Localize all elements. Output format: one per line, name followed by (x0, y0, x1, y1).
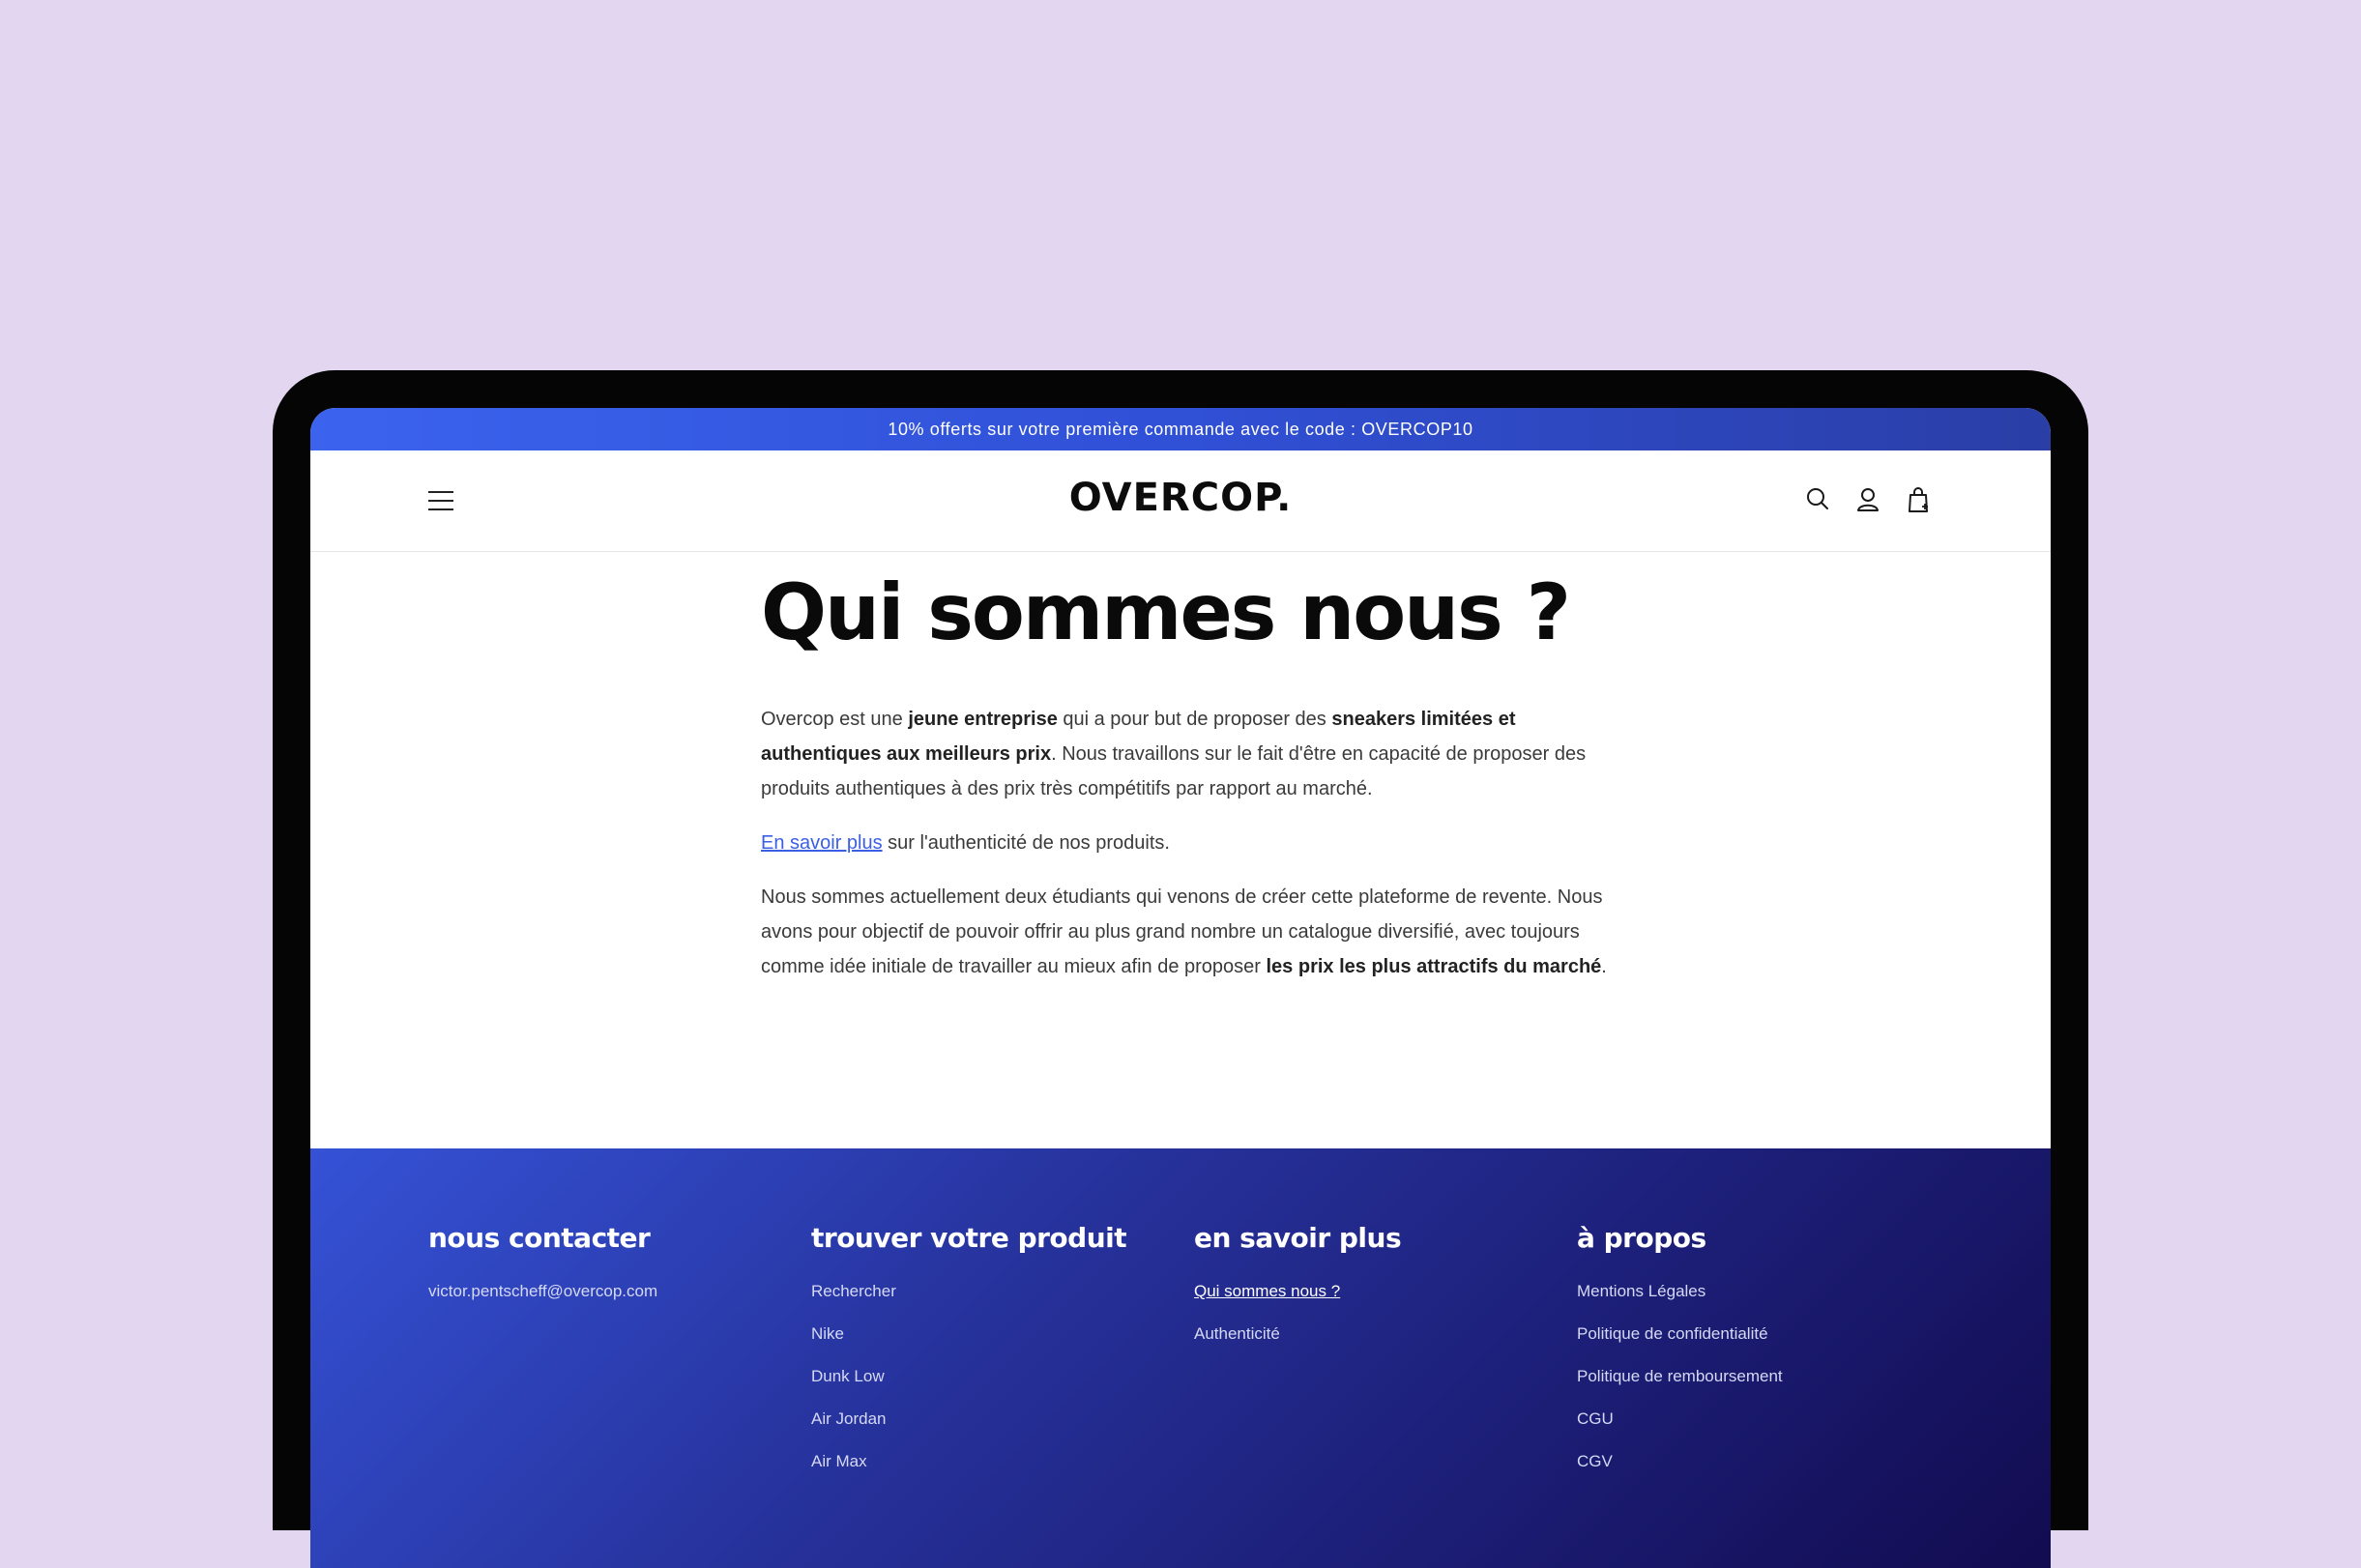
footer-col-learn: en savoir plus Qui sommes nous ? Authent… (1194, 1222, 1402, 1364)
footer-link-cgu[interactable]: CGU (1577, 1407, 1783, 1431)
text: . (1601, 956, 1607, 977)
footer-col-about: à propos Mentions Légales Politique de c… (1577, 1222, 1783, 1492)
cart-icon[interactable] (1906, 485, 1931, 514)
intro-paragraph: Overcop est une jeune entreprise qui a p… (761, 702, 1612, 806)
text: qui a pour but de proposer des (1057, 709, 1332, 730)
main-content: Qui sommes nous ? Overcop est une jeune … (761, 570, 1612, 984)
footer-link-authenticity[interactable]: Authenticité (1194, 1321, 1401, 1346)
footer-heading: en savoir plus (1194, 1222, 1402, 1254)
footer-link-search[interactable]: Rechercher (811, 1279, 1126, 1303)
text: sur l'authenticité de nos produits. (882, 832, 1170, 854)
site-footer: nous contacter victor.pentscheff@overcop… (310, 1148, 2051, 1568)
footer-heading: à propos (1577, 1222, 1706, 1254)
announcement-bar: 10% offerts sur votre première commande … (310, 408, 2051, 450)
search-icon[interactable] (1805, 485, 1830, 514)
header-actions (1805, 485, 1931, 514)
footer-link-refund[interactable]: Politique de remboursement (1577, 1364, 1783, 1388)
footer-col-products: trouver votre produit Rechercher Nike Du… (811, 1222, 1127, 1492)
site-logo[interactable]: OVERCOP. (310, 476, 2051, 520)
account-icon[interactable] (1855, 485, 1880, 514)
footer-heading: nous contacter (428, 1222, 651, 1254)
laptop-frame: 10% offerts sur votre première commande … (273, 370, 2088, 1568)
bold-text: jeune entreprise (908, 709, 1058, 730)
footer-heading: trouver votre produit (811, 1222, 1127, 1254)
footer-link-air-max[interactable]: Air Max (811, 1449, 1126, 1473)
footer-link-about-us[interactable]: Qui sommes nous ? (1194, 1279, 1401, 1303)
learn-more-link[interactable]: En savoir plus (761, 832, 883, 854)
contact-email-link[interactable]: victor.pentscheff@overcop.com (428, 1279, 657, 1303)
browser-viewport: 10% offerts sur votre première commande … (310, 408, 2051, 1568)
footer-link-legal[interactable]: Mentions Légales (1577, 1279, 1783, 1303)
page-title: Qui sommes nous ? (761, 567, 1571, 657)
footer-link-nike[interactable]: Nike (811, 1321, 1126, 1346)
team-paragraph: Nous sommes actuellement deux étudiants … (761, 880, 1612, 984)
authenticity-paragraph: En savoir plus sur l'authenticité de nos… (761, 826, 1612, 860)
footer-link-dunk-low[interactable]: Dunk Low (811, 1364, 1126, 1388)
bold-text: les prix les plus attractifs du marché (1266, 956, 1602, 977)
footer-link-privacy[interactable]: Politique de confidentialité (1577, 1321, 1783, 1346)
footer-link-cgv[interactable]: CGV (1577, 1449, 1783, 1473)
footer-link-air-jordan[interactable]: Air Jordan (811, 1407, 1126, 1431)
text: Overcop est une (761, 709, 909, 730)
footer-col-contact: nous contacter victor.pentscheff@overcop… (428, 1222, 657, 1321)
site-header: OVERCOP. (310, 450, 2051, 552)
